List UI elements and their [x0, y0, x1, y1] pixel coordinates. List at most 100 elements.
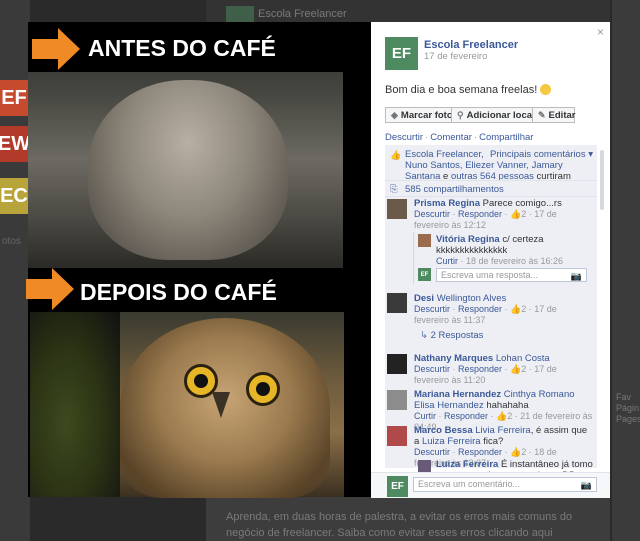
page-name-link[interactable]: Escola Freelancer: [424, 39, 518, 51]
post-date[interactable]: 17 de fevereiro: [424, 51, 487, 62]
comment-like-count: 2: [521, 209, 527, 219]
avatar[interactable]: [387, 199, 407, 219]
camera-icon[interactable]: 📷: [581, 479, 592, 491]
background-tile-2: EW: [0, 126, 30, 162]
commenter-name[interactable]: Luiza Ferreira: [436, 459, 498, 470]
comment-text: hahahaha: [486, 400, 529, 411]
comment-like-count: 2: [507, 411, 513, 421]
tagged-name-link[interactable]: Lohan Costa: [496, 353, 550, 364]
avatar[interactable]: [418, 234, 431, 247]
comment-like-count: 2: [521, 304, 527, 314]
comments-scrollbar[interactable]: [600, 150, 604, 210]
background-right-column: Fav Págin Pages: [612, 0, 640, 541]
like-count-icon: 👍: [496, 411, 508, 421]
like-count-icon: 👍: [510, 364, 522, 374]
background-page-title: Escola Freelancer: [258, 8, 347, 20]
reply-link[interactable]: Responder: [458, 304, 502, 314]
edit-button[interactable]: ✎ Editar: [532, 107, 575, 123]
like-comment-link[interactable]: Curtir: [436, 256, 458, 266]
comment-like-count: 2: [521, 447, 527, 457]
unlike-link[interactable]: Descurtir: [385, 132, 423, 143]
unlike-comment-link[interactable]: Descurtir: [414, 364, 450, 374]
comment-text: Parece comigo...rs: [482, 198, 562, 209]
background-right-line-2: Págin: [616, 403, 640, 413]
tag-icon: ◆: [391, 109, 398, 120]
commenter-name[interactable]: Mariana Hernandez: [414, 389, 501, 400]
photo-bottom-caption: DEPOIS DO CAFÉ: [80, 279, 277, 305]
comment-item: Prisma Regina Parece comigo...rs Descurt…: [414, 198, 562, 230]
tag-photo-button[interactable]: ◆ Marcar foto: [385, 107, 453, 123]
page-avatar: EF: [418, 268, 431, 281]
post-message: Bom dia e boa semana freelas!: [385, 84, 552, 96]
reply-link[interactable]: Responder: [458, 364, 502, 374]
unlike-comment-link[interactable]: Descurtir: [414, 209, 450, 219]
tagged-name-link[interactable]: Wellington Alves: [437, 293, 507, 304]
reply-link[interactable]: Responder: [444, 411, 488, 421]
thumbs-up-icon: 👍: [390, 150, 402, 160]
replies-count: 2 Respostas: [430, 330, 484, 341]
background-post-text: Aprenda, em duas horas de palestra, a ev…: [206, 497, 610, 541]
photo-top-caption: ANTES DO CAFÉ: [88, 35, 276, 61]
reply-input[interactable]: Escreva uma resposta... 📷: [436, 268, 587, 282]
comment-placeholder: Escreva um comentário...: [418, 479, 521, 489]
reply-item: Luiza Ferreira É instantâneo já tomo a c…: [436, 459, 594, 472]
photo-foliage: [30, 312, 120, 497]
reply-bubble-icon: ↳: [420, 330, 428, 341]
avatar[interactable]: [387, 293, 407, 313]
view-replies-link[interactable]: ↳ 2 Respostas: [420, 330, 483, 341]
avatar[interactable]: [387, 426, 407, 446]
commenter-name[interactable]: Desi: [414, 293, 434, 304]
like-count-icon: 👍: [510, 304, 522, 314]
comment-sort-label: Principais comentários: [490, 149, 586, 160]
reply-thread-line: [413, 232, 414, 284]
photo-actions-toolbar: ◆ Marcar foto ⚲ Adicionar local ✎ Editar: [385, 107, 575, 123]
comment-sort-dropdown[interactable]: Principais comentários ▾: [490, 149, 593, 160]
background-tile-3: EC: [0, 178, 28, 214]
add-location-label: Adicionar local: [466, 109, 535, 121]
close-icon[interactable]: ×: [597, 25, 604, 39]
commenter-name[interactable]: Vitória Regina: [436, 234, 500, 245]
tagged-name-link[interactable]: Luiza Ferreira: [422, 436, 481, 447]
location-pin-icon: ⚲: [457, 109, 464, 120]
owl-right-eye: [246, 372, 280, 406]
add-location-button[interactable]: ⚲ Adicionar local: [451, 107, 535, 123]
reply-placeholder: Escreva uma resposta...: [441, 270, 539, 280]
commenter-name[interactable]: Prisma Regina: [414, 198, 480, 209]
post-message-text: Bom dia e boa semana freelas!: [385, 84, 538, 96]
comment-input[interactable]: Escreva um comentário... 📷: [413, 477, 597, 492]
like-count-icon: 👍: [510, 209, 522, 219]
post-actions: Descurtir · Comentar · Compartilhar: [385, 132, 534, 143]
camera-icon[interactable]: 📷: [571, 270, 582, 282]
unlike-comment-link[interactable]: Descurtir: [414, 447, 450, 457]
comment-time[interactable]: 18 de fevereiro às 16:26: [466, 256, 563, 266]
reply-link[interactable]: Responder: [458, 447, 502, 457]
pencil-icon: ✎: [538, 109, 546, 120]
shares-count: 585 compartilhamentos: [405, 184, 504, 195]
reply-link[interactable]: Responder: [458, 209, 502, 219]
arrow-right-icon: [32, 28, 80, 70]
like-comment-link[interactable]: Curtir: [414, 411, 436, 421]
comment-item: Nathany Marques Lohan Costa Descurtir · …: [414, 353, 557, 385]
like-count-icon: 👍: [510, 447, 522, 457]
comment-item: Desi Wellington Alves Descurtir · Respon…: [414, 293, 557, 325]
background-post-header: Escola Freelancer: [206, 0, 610, 24]
comment-like-count: 2: [521, 364, 527, 374]
comment-link[interactable]: Comentar: [430, 132, 472, 143]
edit-label: Editar: [548, 109, 576, 121]
reply-item: Vitória Regina c/ certeza kkkkkkkkkkkkkk…: [436, 234, 564, 266]
background-tile-1: EF: [0, 80, 28, 116]
share-link[interactable]: Compartilhar: [479, 132, 533, 143]
avatar[interactable]: [387, 390, 407, 410]
commenter-name[interactable]: Nathany Marques: [414, 353, 493, 364]
comment-text-continued: fica?: [483, 436, 504, 447]
tagged-name-link[interactable]: Livia Ferreira: [475, 425, 530, 436]
smile-emoji-icon: [540, 84, 552, 95]
background-left-label: otos: [2, 236, 21, 247]
page-avatar[interactable]: EF: [385, 37, 418, 70]
share-icon: ⎘: [390, 184, 398, 195]
arrow-right-icon: [26, 268, 74, 310]
commenter-name[interactable]: Marco Bessa: [414, 425, 473, 436]
avatar[interactable]: [387, 354, 407, 374]
background-right-line-1: Fav: [616, 392, 632, 402]
unlike-comment-link[interactable]: Descurtir: [414, 304, 450, 314]
